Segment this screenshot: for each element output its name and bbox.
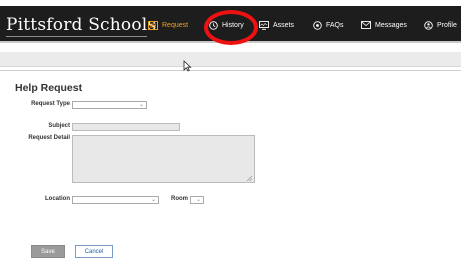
page-title: Help Request — [15, 82, 83, 94]
request-type-select[interactable]: ⌄ — [72, 101, 147, 109]
nav-item-profile[interactable]: Profile — [424, 18, 457, 32]
chevron-down-icon: ⌄ — [195, 197, 201, 203]
mouse-cursor-icon — [183, 60, 192, 72]
brand-logo[interactable]: Pittsford Schools — [6, 15, 156, 35]
subject-input[interactable] — [72, 123, 180, 131]
faq-icon — [313, 20, 322, 30]
request-type-label: Request Type — [31, 101, 70, 107]
nav-label-assets: Assets — [273, 21, 295, 29]
nav-item-messages[interactable]: Messages — [361, 18, 407, 32]
chevron-down-icon: ⌄ — [150, 197, 156, 203]
help-request-page: Pittsford Schools Request History Assets… — [0, 0, 461, 261]
nav-label-request: Request — [162, 21, 189, 29]
monitor-icon — [259, 20, 269, 30]
chevron-down-icon: ⌄ — [138, 102, 144, 108]
cancel-button[interactable]: Cancel — [75, 245, 113, 258]
nav-item-request[interactable]: Request — [148, 18, 188, 32]
subject-label: Subject — [48, 123, 70, 129]
request-detail-textarea[interactable] — [72, 135, 255, 183]
resize-grip-icon[interactable] — [247, 176, 252, 181]
location-label: Location — [45, 196, 70, 202]
nav-item-assets[interactable]: Assets — [259, 18, 294, 32]
highlight-circle — [204, 10, 258, 45]
nav-item-faqs[interactable]: FAQs — [313, 18, 344, 32]
nav-label-profile: Profile — [437, 21, 457, 29]
user-icon — [424, 20, 433, 30]
nav-label-faqs: FAQs — [326, 21, 344, 29]
divider — [0, 70, 461, 71]
room-label: Room — [171, 196, 188, 202]
request-detail-label: Request Detail — [28, 135, 70, 141]
save-button[interactable]: Save — [31, 245, 65, 258]
sub-toolbar — [0, 52, 461, 67]
envelope-icon — [361, 21, 371, 29]
location-select[interactable]: ⌄ — [72, 196, 159, 204]
list-icon — [148, 20, 158, 30]
nav-label-messages: Messages — [375, 21, 407, 29]
brand-underline — [6, 36, 147, 37]
room-select[interactable]: ⌄ — [190, 196, 204, 204]
